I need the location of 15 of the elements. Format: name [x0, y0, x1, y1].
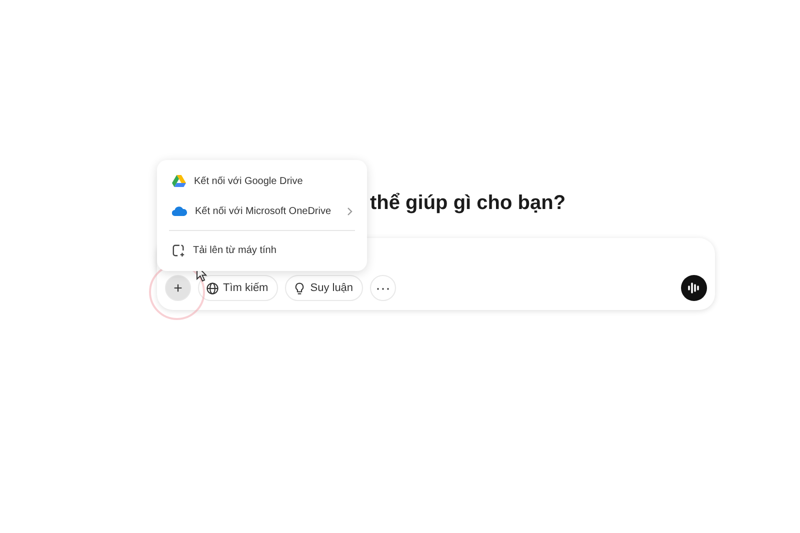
globe-icon — [206, 282, 219, 294]
triangle-icon — [172, 175, 186, 187]
add-button[interactable]: + — [165, 275, 191, 301]
lightbulb-icon — [293, 282, 306, 294]
cloud-icon — [172, 206, 187, 216]
more-button[interactable]: ··· — [370, 275, 396, 301]
menu-item[interactable]: Kết nối với Google Drive — [157, 166, 367, 196]
waveform-icon — [687, 281, 701, 295]
menu-item[interactable]: Kết nối với Microsoft OneDrive — [157, 196, 367, 226]
upload-icon — [172, 244, 185, 256]
menu-item[interactable]: Tải lên từ máy tính — [157, 235, 367, 265]
reasoning-button[interactable]: Suy luận — [285, 275, 364, 301]
voice-button[interactable] — [681, 275, 707, 301]
heading: thể giúp gì cho bạn? — [370, 192, 566, 215]
chevron-right-icon — [347, 206, 353, 216]
